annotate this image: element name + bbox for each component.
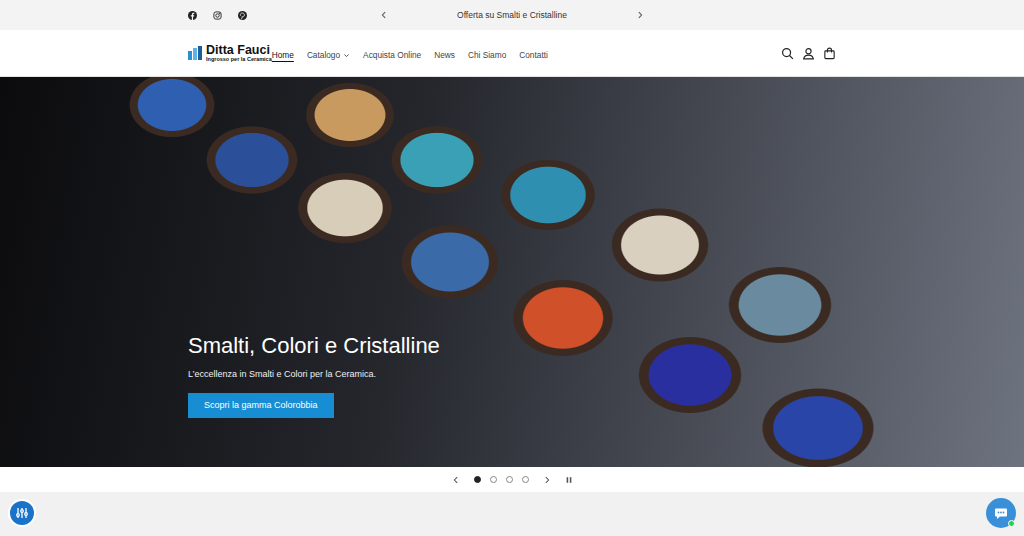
chevron-left-icon[interactable]	[380, 11, 388, 19]
main-nav: Home Catalogo Acquista Online News Chi Siamo…	[272, 41, 548, 65]
logo-title: Ditta Fauci	[206, 44, 272, 57]
search-icon[interactable]	[781, 47, 794, 60]
nav-label[interactable]: News	[434, 50, 455, 60]
slider-dots	[474, 476, 529, 483]
announcement: Offerta su Smalti e Cristalline	[380, 9, 644, 22]
slider-dot[interactable]	[522, 476, 529, 483]
nav-label[interactable]: Catalogo	[307, 50, 340, 60]
account-icon[interactable]	[802, 47, 815, 60]
header-icons	[781, 47, 836, 60]
social-links	[188, 11, 380, 20]
chevron-right-icon[interactable]	[636, 11, 644, 19]
hero-banner: Smalti, Colori e Cristalline L’eccellenza…	[0, 77, 1024, 467]
nav-label[interactable]: Home	[272, 50, 294, 60]
sliders-icon[interactable]	[15, 506, 29, 520]
nav-link[interactable]: Chi Siamo	[468, 50, 506, 60]
hero-title: Smalti, Colori e Cristalline	[188, 333, 836, 358]
chat-bubble-icon[interactable]	[994, 506, 1008, 520]
announcement-bar: Offerta su Smalti e Cristalline	[0, 0, 1024, 30]
nav-label[interactable]: Chi Siamo	[468, 50, 506, 60]
slider-dot[interactable]	[474, 476, 481, 483]
logo-subtitle: Ingrosso per la Ceramica	[206, 56, 272, 62]
nav-item: Catalogo	[307, 41, 350, 65]
nav-link[interactable]: Home	[272, 50, 294, 60]
site-header: Ditta FauciIngrosso per la CeramicaHome C…	[0, 30, 1024, 77]
cart-icon[interactable]	[823, 47, 836, 60]
caret-down-icon[interactable]	[340, 50, 350, 60]
nav-link[interactable]: Acquista Online	[363, 50, 421, 60]
accessibility-button[interactable]	[10, 501, 34, 525]
pinterest-icon[interactable]	[238, 11, 247, 20]
hero-button[interactable]: Scopri la gamma Colorobbia	[188, 393, 334, 418]
nav-item: Acquista Online	[363, 41, 421, 65]
nav-item: Contatti	[519, 41, 548, 65]
nav-item: Home	[272, 41, 294, 65]
previous-slide-icon[interactable]	[452, 476, 460, 484]
nav-label[interactable]: Contatti	[519, 50, 548, 60]
nav-item: Chi Siamo	[468, 41, 506, 65]
logo[interactable]: Ditta FauciIngrosso per la Ceramica	[188, 44, 272, 63]
online-status-dot	[1008, 520, 1015, 527]
slider-dot[interactable]	[506, 476, 513, 483]
pause-icon[interactable]	[565, 476, 573, 484]
logo-mark-icon	[188, 46, 202, 60]
slider-dot[interactable]	[490, 476, 497, 483]
nav-link[interactable]: News	[434, 50, 455, 60]
nav-link[interactable]: Catalogo	[307, 50, 350, 60]
nav-link[interactable]: Contatti	[519, 50, 548, 60]
nav-label[interactable]: Acquista Online	[363, 50, 421, 60]
announcement-text[interactable]: Offerta su Smalti e Cristalline	[457, 9, 567, 22]
hero-subtitle: L’eccellenza in Smalti e Colori per la C…	[188, 368, 836, 382]
instagram-icon[interactable]	[213, 11, 222, 20]
nav-item: News	[434, 41, 455, 65]
slider-controls	[0, 467, 1024, 492]
chat-button[interactable]	[986, 498, 1016, 528]
next-slide-icon[interactable]	[543, 476, 551, 484]
facebook-icon[interactable]	[188, 11, 197, 20]
logo-text: Ditta FauciIngrosso per la Ceramica	[206, 44, 272, 63]
